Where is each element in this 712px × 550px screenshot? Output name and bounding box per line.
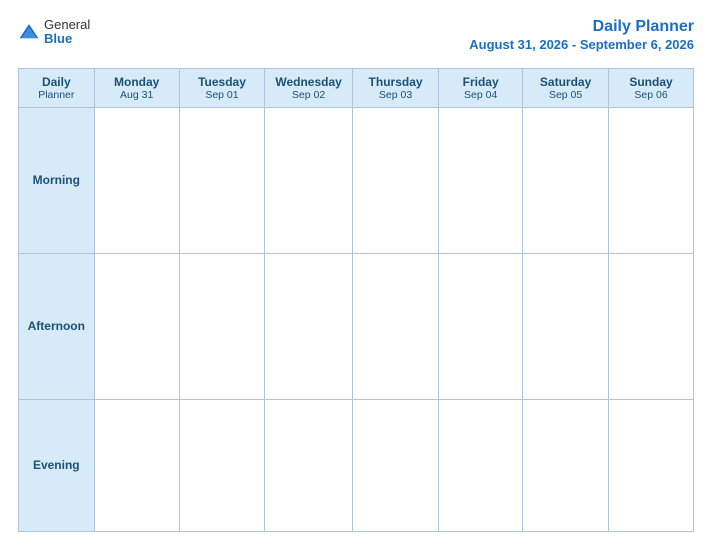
logo-general: General bbox=[44, 18, 90, 32]
col-header-friday: Friday Sep 04 bbox=[439, 69, 523, 108]
col-label-day: Daily bbox=[21, 75, 92, 89]
planner-title: Daily Planner bbox=[593, 18, 694, 35]
evening-thursday[interactable] bbox=[352, 399, 438, 532]
col-thursday-date: Sep 03 bbox=[355, 89, 436, 101]
header-row: Daily Planner Monday Aug 31 Tuesday Sep … bbox=[19, 69, 694, 108]
evening-saturday[interactable] bbox=[523, 399, 609, 532]
planner-subtitle: August 31, 2026 - September 6, 2026 bbox=[469, 37, 694, 52]
col-sunday-date: Sep 06 bbox=[611, 89, 691, 101]
col-tuesday-name: Tuesday bbox=[182, 75, 262, 89]
morning-friday[interactable] bbox=[439, 108, 523, 254]
evening-tuesday[interactable] bbox=[179, 399, 264, 532]
evening-sunday[interactable] bbox=[609, 399, 694, 532]
title-area: Daily Planner August 31, 2026 - Septembe… bbox=[469, 18, 694, 54]
col-monday-date: Aug 31 bbox=[97, 89, 177, 101]
col-label-date: Planner bbox=[21, 89, 92, 101]
col-wednesday-date: Sep 02 bbox=[267, 89, 350, 101]
col-header-sunday: Sunday Sep 06 bbox=[609, 69, 694, 108]
col-header-label: Daily Planner bbox=[19, 69, 95, 108]
page: General Blue Daily Planner August 31, 20… bbox=[0, 0, 712, 550]
evening-wednesday[interactable] bbox=[265, 399, 353, 532]
header: General Blue Daily Planner August 31, 20… bbox=[18, 18, 694, 54]
col-header-thursday: Thursday Sep 03 bbox=[352, 69, 438, 108]
evening-monday[interactable] bbox=[94, 399, 179, 532]
afternoon-row: Afternoon bbox=[19, 253, 694, 399]
morning-row: Morning bbox=[19, 108, 694, 254]
logo-blue: Blue bbox=[44, 32, 90, 46]
col-monday-name: Monday bbox=[97, 75, 177, 89]
afternoon-tuesday[interactable] bbox=[179, 253, 264, 399]
afternoon-label: Afternoon bbox=[19, 253, 95, 399]
col-friday-name: Friday bbox=[441, 75, 520, 89]
morning-monday[interactable] bbox=[94, 108, 179, 254]
evening-row: Evening bbox=[19, 399, 694, 532]
afternoon-thursday[interactable] bbox=[352, 253, 438, 399]
col-header-monday: Monday Aug 31 bbox=[94, 69, 179, 108]
col-tuesday-date: Sep 01 bbox=[182, 89, 262, 101]
col-thursday-name: Thursday bbox=[355, 75, 436, 89]
logo-area: General Blue bbox=[18, 18, 90, 47]
morning-thursday[interactable] bbox=[352, 108, 438, 254]
afternoon-sunday[interactable] bbox=[609, 253, 694, 399]
afternoon-wednesday[interactable] bbox=[265, 253, 353, 399]
col-sunday-name: Sunday bbox=[611, 75, 691, 89]
col-friday-date: Sep 04 bbox=[441, 89, 520, 101]
generalblue-logo-icon bbox=[18, 21, 40, 43]
evening-label: Evening bbox=[19, 399, 95, 532]
morning-saturday[interactable] bbox=[523, 108, 609, 254]
col-saturday-date: Sep 05 bbox=[525, 89, 606, 101]
col-header-saturday: Saturday Sep 05 bbox=[523, 69, 609, 108]
morning-tuesday[interactable] bbox=[179, 108, 264, 254]
col-header-tuesday: Tuesday Sep 01 bbox=[179, 69, 264, 108]
logo-text: General Blue bbox=[44, 18, 90, 47]
morning-sunday[interactable] bbox=[609, 108, 694, 254]
planner-table: Daily Planner Monday Aug 31 Tuesday Sep … bbox=[18, 68, 694, 532]
afternoon-monday[interactable] bbox=[94, 253, 179, 399]
afternoon-friday[interactable] bbox=[439, 253, 523, 399]
evening-friday[interactable] bbox=[439, 399, 523, 532]
morning-wednesday[interactable] bbox=[265, 108, 353, 254]
morning-label: Morning bbox=[19, 108, 95, 254]
col-saturday-name: Saturday bbox=[525, 75, 606, 89]
afternoon-saturday[interactable] bbox=[523, 253, 609, 399]
col-header-wednesday: Wednesday Sep 02 bbox=[265, 69, 353, 108]
col-wednesday-name: Wednesday bbox=[267, 75, 350, 89]
